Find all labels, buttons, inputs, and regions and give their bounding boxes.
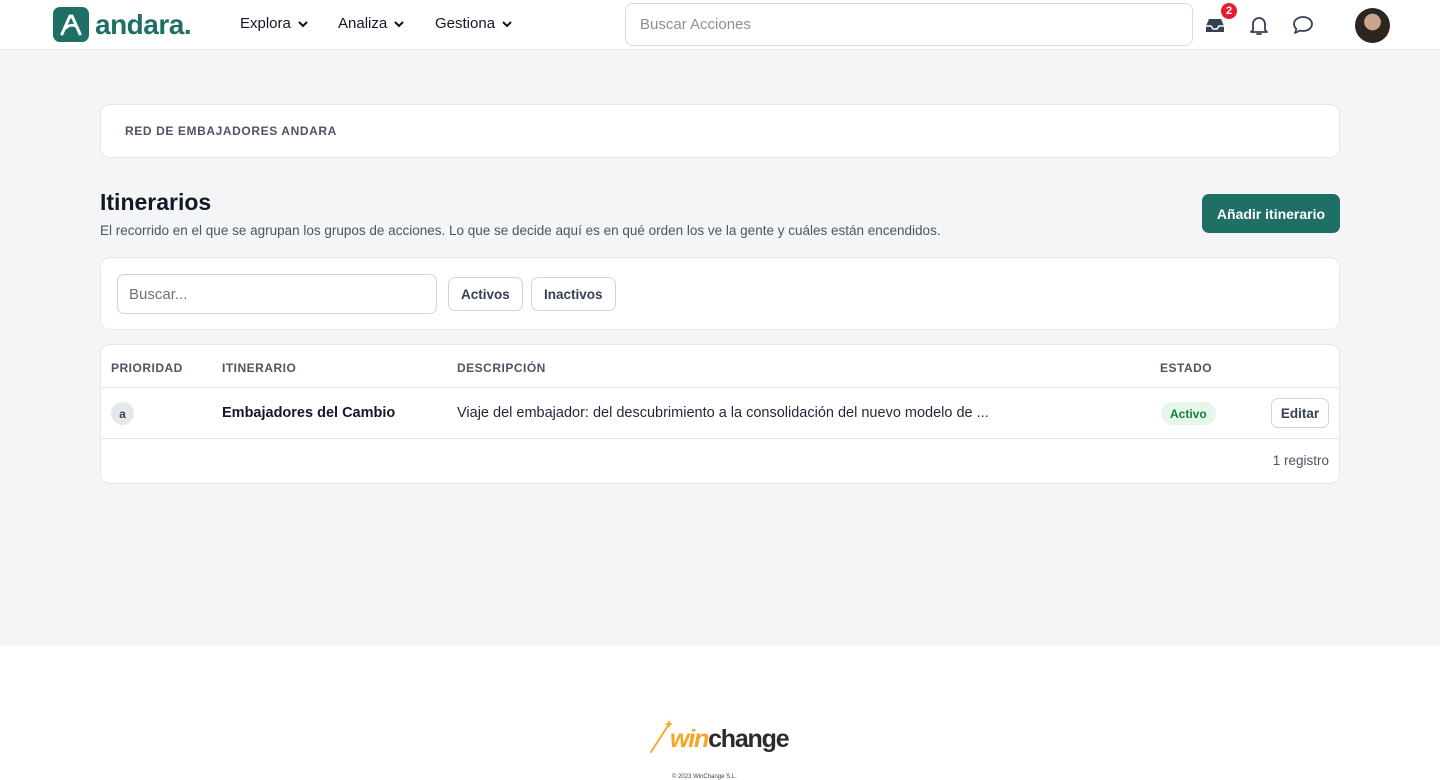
brand-change: change bbox=[708, 725, 790, 753]
nav-explora[interactable]: Explora bbox=[240, 15, 309, 32]
column-header-description[interactable]: DESCRIPCIÓN bbox=[457, 361, 546, 375]
nav-analiza-label: Analiza bbox=[338, 15, 388, 32]
filter-inactive-button[interactable]: Inactivos bbox=[531, 277, 616, 311]
copyright: © 2023 WinChange S.L. bbox=[672, 774, 737, 780]
logo-text: andara. bbox=[95, 8, 192, 40]
andara-logo-icon bbox=[53, 7, 89, 42]
itineraries-table: PRIORIDAD ITINERARIO DESCRIPCIÓN ESTADO … bbox=[100, 344, 1340, 484]
inbox-count-badge: 2 bbox=[1221, 3, 1237, 19]
itinerary-description: Viaje del embajador: del descubrimiento … bbox=[457, 405, 989, 421]
chevron-down-icon bbox=[298, 20, 308, 27]
global-search-input[interactable] bbox=[625, 3, 1193, 46]
nav-gestiona-label: Gestiona bbox=[435, 15, 496, 32]
edit-button[interactable]: Editar bbox=[1271, 398, 1329, 428]
row-divider bbox=[101, 438, 1339, 439]
header-divider bbox=[101, 387, 1339, 388]
andara-logo[interactable]: andara. bbox=[53, 7, 192, 42]
bell-icon[interactable] bbox=[1247, 13, 1271, 37]
organization-card: RED DE EMBAJADORES ANDARA bbox=[100, 104, 1340, 158]
winchange-logo[interactable]: win change bbox=[650, 718, 790, 754]
chat-icon[interactable] bbox=[1291, 13, 1315, 37]
chevron-down-icon bbox=[502, 20, 512, 27]
filter-bar: Activos Inactivos bbox=[100, 257, 1340, 330]
nav-analiza[interactable]: Analiza bbox=[338, 15, 405, 32]
user-avatar[interactable] bbox=[1355, 8, 1390, 43]
organization-name: RED DE EMBAJADORES ANDARA bbox=[125, 124, 337, 138]
page-subtitle: El recorrido en el que se agrupan los gr… bbox=[100, 223, 941, 238]
chevron-down-icon bbox=[394, 20, 404, 27]
top-navbar: andara. Explora Analiza Gestiona 2 bbox=[0, 0, 1440, 50]
wand-sparkle-icon bbox=[650, 719, 672, 753]
page-title: Itinerarios bbox=[100, 189, 212, 215]
column-header-status[interactable]: ESTADO bbox=[1160, 361, 1212, 375]
brand-win: win bbox=[670, 725, 709, 753]
priority-badge: a bbox=[111, 402, 134, 425]
add-itinerary-button[interactable]: Añadir itinerario bbox=[1202, 194, 1340, 233]
itinerary-name: Embajadores del Cambio bbox=[222, 405, 396, 421]
itinerary-search-input[interactable] bbox=[117, 274, 437, 314]
column-header-itinerary[interactable]: ITINERARIO bbox=[222, 361, 296, 375]
nav-explora-label: Explora bbox=[240, 15, 291, 32]
record-count: 1 registro bbox=[1272, 453, 1329, 468]
column-header-priority[interactable]: PRIORIDAD bbox=[111, 361, 183, 375]
footer: win change © 2023 WinChange S.L. bbox=[0, 646, 1440, 780]
status-badge: Activo bbox=[1161, 402, 1216, 425]
nav-gestiona[interactable]: Gestiona bbox=[435, 15, 513, 32]
filter-active-button[interactable]: Activos bbox=[448, 277, 523, 311]
